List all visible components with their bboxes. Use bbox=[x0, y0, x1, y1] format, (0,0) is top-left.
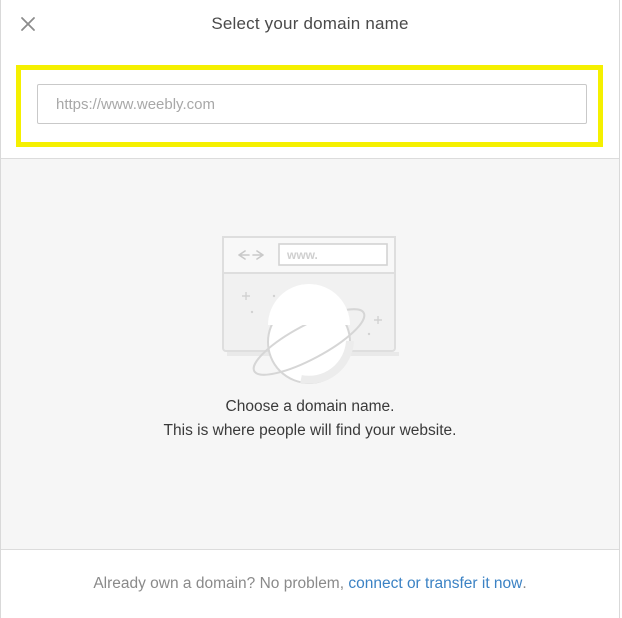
dialog-title: Select your domain name bbox=[211, 14, 409, 33]
domain-search-input[interactable] bbox=[37, 84, 587, 124]
dialog-header: Select your domain name bbox=[1, 0, 619, 48]
empty-state-line-2: This is where people will find your webs… bbox=[163, 422, 457, 439]
search-section bbox=[1, 48, 619, 159]
close-button[interactable] bbox=[16, 12, 40, 36]
empty-state-line-1: Choose a domain name. bbox=[225, 398, 395, 415]
empty-state-message: Choose a domain name. This is where peop… bbox=[1, 395, 619, 443]
domain-dialog: Select your domain name www. bbox=[0, 0, 620, 618]
dialog-footer: Already own a domain? No problem, connec… bbox=[1, 550, 619, 618]
browser-planet-illustration: www. bbox=[222, 236, 399, 384]
empty-state: www. Choose a domain name. This is where… bbox=[1, 159, 619, 550]
illustration-url-text: www. bbox=[286, 248, 318, 262]
connect-transfer-link[interactable]: connect or transfer it now bbox=[348, 575, 522, 593]
footer-suffix: . bbox=[522, 575, 527, 592]
footer-text: Already own a domain? No problem, bbox=[93, 575, 345, 592]
close-icon bbox=[21, 17, 35, 31]
